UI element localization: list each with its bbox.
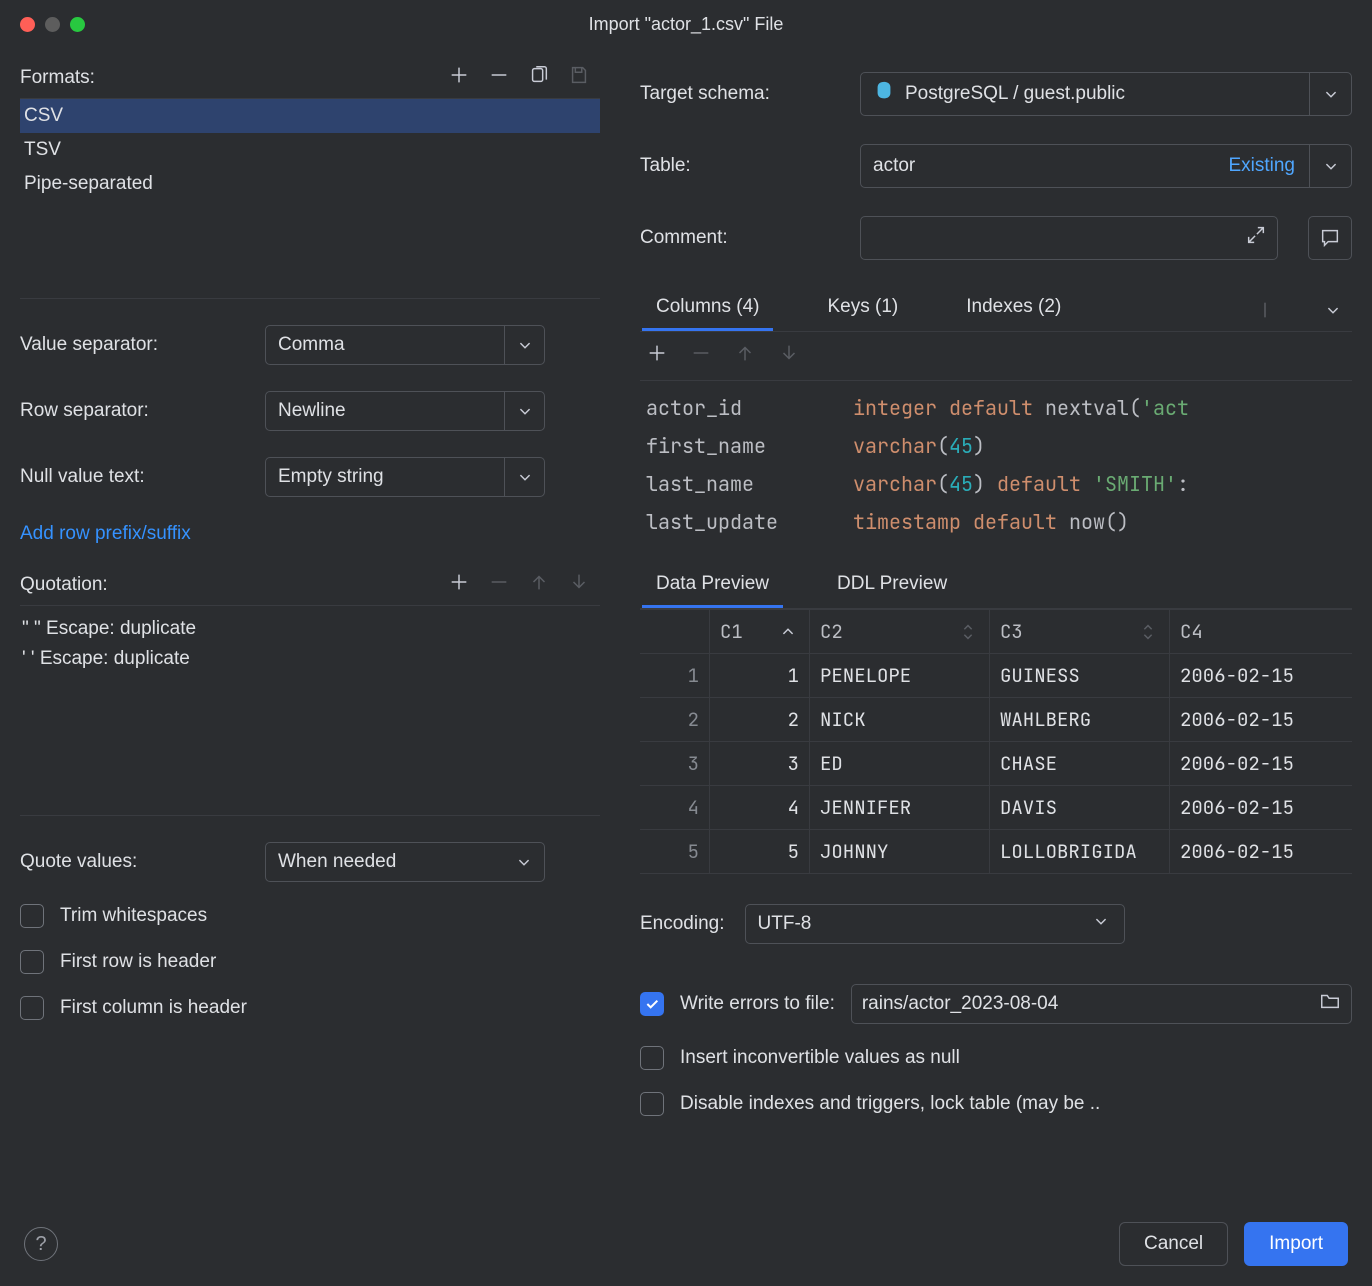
format-pipe[interactable]: Pipe-separated xyxy=(20,167,600,201)
row-separator-label: Row separator: xyxy=(20,400,245,422)
cancel-button[interactable]: Cancel xyxy=(1119,1222,1228,1266)
add-format-icon[interactable] xyxy=(448,64,470,92)
table-select[interactable]: actor Existing xyxy=(860,144,1352,188)
save-format-icon xyxy=(568,64,590,92)
sort-icon[interactable] xyxy=(1137,621,1159,643)
tabs-expand-icon[interactable] xyxy=(1322,288,1350,331)
expand-icon[interactable] xyxy=(1245,224,1267,252)
quote-values-label: Quote values: xyxy=(20,851,245,873)
insert-null-checkbox[interactable] xyxy=(640,1046,664,1070)
row-separator-select[interactable]: Newline xyxy=(265,391,545,431)
schema-tabs: Columns (4) Keys (1) Indexes (2) xyxy=(640,288,1352,332)
remove-format-icon[interactable] xyxy=(488,64,510,92)
quotation-label: Quotation: xyxy=(20,574,108,596)
close-button[interactable] xyxy=(20,17,35,32)
first-row-header-checkbox[interactable] xyxy=(20,950,44,974)
write-errors-checkbox[interactable] xyxy=(640,992,664,1016)
preview-tabs: Data Preview DDL Preview xyxy=(640,565,1352,609)
trim-whitespaces-label: Trim whitespaces xyxy=(60,905,207,927)
column-down-icon xyxy=(778,342,800,370)
copy-format-icon[interactable] xyxy=(528,64,550,92)
value-separator-select[interactable]: Comma xyxy=(265,325,545,365)
chevron-down-icon[interactable] xyxy=(504,843,544,881)
formats-list[interactable]: CSV TSV Pipe-separated xyxy=(20,99,600,299)
sort-asc-icon[interactable] xyxy=(777,621,799,643)
folder-icon[interactable] xyxy=(1319,990,1341,1018)
sort-icon[interactable] xyxy=(957,621,979,643)
postgresql-icon xyxy=(873,80,895,108)
quotation-item[interactable]: " " Escape: duplicate xyxy=(20,614,600,644)
insert-null-label: Insert inconvertible values as null xyxy=(680,1047,960,1069)
titlebar: Import "actor_1.csv" File xyxy=(0,0,1372,48)
chevron-down-icon[interactable] xyxy=(1309,73,1351,115)
minimize-button[interactable] xyxy=(45,17,60,32)
first-col-header-checkbox[interactable] xyxy=(20,996,44,1020)
columns-list[interactable]: actor_id integer default nextval('act fi… xyxy=(640,381,1352,551)
chevron-down-icon[interactable] xyxy=(504,392,544,430)
tab-ddl-preview[interactable]: DDL Preview xyxy=(823,565,961,608)
table-row[interactable]: 44JENNIFERDAVIS2006-02-15 xyxy=(640,786,1352,830)
help-button[interactable]: ? xyxy=(24,1227,58,1261)
tabs-more-icon[interactable] xyxy=(1254,288,1282,331)
table-existing-badge: Existing xyxy=(1214,145,1309,187)
chevron-down-icon[interactable] xyxy=(504,326,544,364)
encoding-select[interactable]: UTF-8 xyxy=(745,904,1125,944)
target-schema-label: Target schema: xyxy=(640,83,840,105)
zoom-button[interactable] xyxy=(70,17,85,32)
window-title: Import "actor_1.csv" File xyxy=(0,14,1372,35)
disable-indexes-checkbox[interactable] xyxy=(640,1092,664,1116)
add-row-prefix-link[interactable]: Add row prefix/suffix xyxy=(20,523,600,545)
chevron-down-icon[interactable] xyxy=(1309,145,1351,187)
chevron-down-icon[interactable] xyxy=(1090,910,1112,938)
add-quotation-icon[interactable] xyxy=(448,571,470,599)
formats-label: Formats: xyxy=(20,67,95,89)
tab-columns[interactable]: Columns (4) xyxy=(642,288,773,331)
comment-field[interactable] xyxy=(860,216,1278,260)
remove-quotation-icon xyxy=(488,571,510,599)
first-row-header-label: First row is header xyxy=(60,951,216,973)
target-schema-select[interactable]: PostgreSQL / guest.public xyxy=(860,72,1352,116)
format-tsv[interactable]: TSV xyxy=(20,133,600,167)
trim-whitespaces-checkbox[interactable] xyxy=(20,904,44,928)
table-row[interactable]: 11PENELOPEGUINESS2006-02-15 xyxy=(640,654,1352,698)
quotation-list[interactable]: " " Escape: duplicate ' ' Escape: duplic… xyxy=(20,606,600,816)
comment-label: Comment: xyxy=(640,227,840,249)
column-up-icon xyxy=(734,342,756,370)
quotation-item[interactable]: ' ' Escape: duplicate xyxy=(20,644,600,674)
table-row[interactable]: 22NICKWAHLBERG2006-02-15 xyxy=(640,698,1352,742)
write-errors-label: Write errors to file: xyxy=(680,993,835,1015)
chevron-down-icon[interactable] xyxy=(504,458,544,496)
value-separator-label: Value separator: xyxy=(20,334,245,356)
data-preview-table[interactable]: C1 C2 C3 C4 11PENELOPEGUINESS2006-02-152… xyxy=(640,609,1352,874)
move-down-icon xyxy=(568,571,590,599)
tab-data-preview[interactable]: Data Preview xyxy=(642,565,783,608)
encoding-label: Encoding: xyxy=(640,913,725,935)
comment-preview-button[interactable] xyxy=(1308,216,1352,260)
first-col-header-label: First column is header xyxy=(60,997,247,1019)
add-column-icon[interactable] xyxy=(646,342,668,370)
table-row[interactable]: 55JOHNNYLOLLOBRIGIDA2006-02-15 xyxy=(640,830,1352,874)
disable-indexes-label: Disable indexes and triggers, lock table… xyxy=(680,1093,1100,1115)
null-text-label: Null value text: xyxy=(20,466,245,488)
format-csv[interactable]: CSV xyxy=(20,99,600,133)
tab-keys[interactable]: Keys (1) xyxy=(813,288,912,331)
remove-column-icon xyxy=(690,342,712,370)
table-row[interactable]: 33EDCHASE2006-02-15 xyxy=(640,742,1352,786)
import-button[interactable]: Import xyxy=(1244,1222,1348,1266)
tab-indexes[interactable]: Indexes (2) xyxy=(952,288,1075,331)
table-label: Table: xyxy=(640,155,840,177)
quote-values-select[interactable]: When needed xyxy=(265,842,545,882)
move-up-icon xyxy=(528,571,550,599)
null-text-select[interactable]: Empty string xyxy=(265,457,545,497)
error-file-path-field[interactable]: rains/actor_2023-08-04 xyxy=(851,984,1352,1024)
